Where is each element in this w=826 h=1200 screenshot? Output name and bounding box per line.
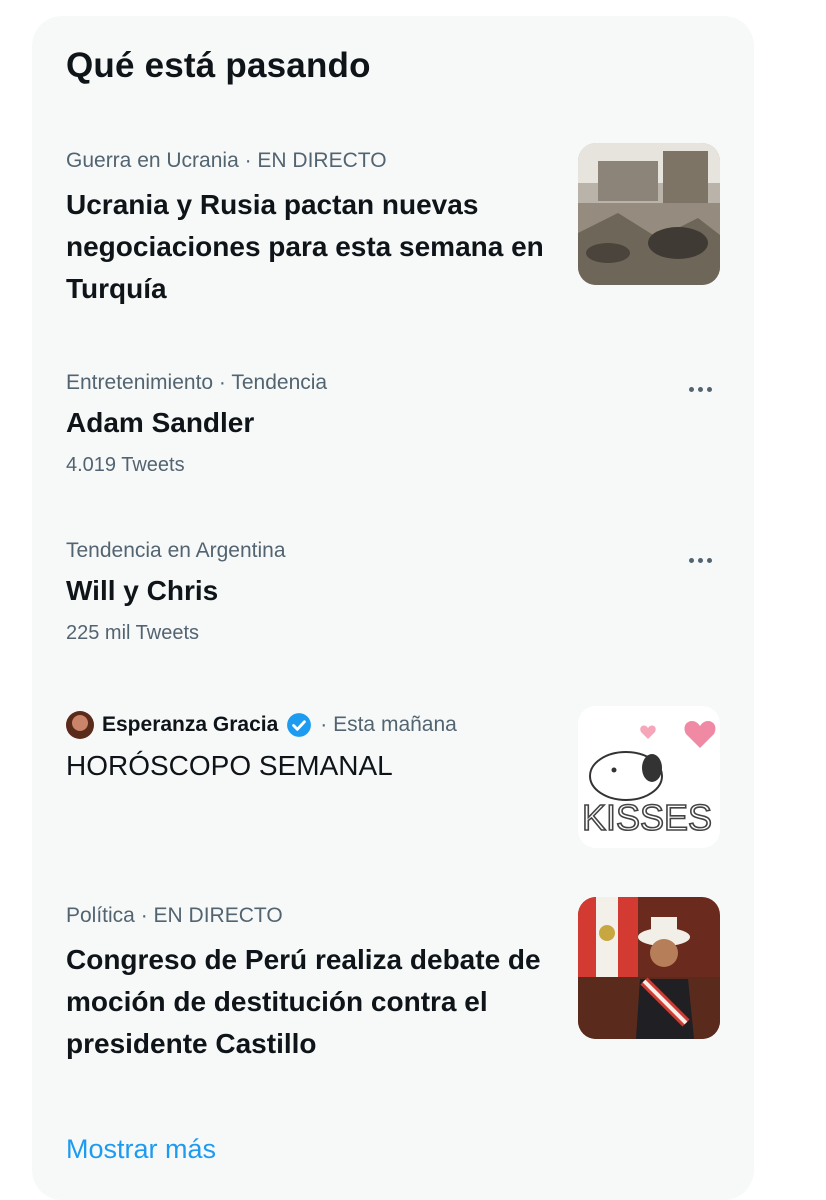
trend-item-will-chris[interactable]: Tendencia en Argentina Will y Chris 225 …	[66, 538, 566, 646]
president-photo-icon	[578, 897, 720, 1039]
thumb-text: KISSES	[582, 797, 712, 838]
trend-thumbnail-horoscope[interactable]: KISSES	[578, 706, 720, 848]
trend-meta: Tendencia en Argentina	[66, 539, 286, 562]
more-horizontal-icon	[688, 386, 712, 392]
trend-item-ukraine[interactable]: Guerra en Ucrania · EN DIRECTO Ucrania y…	[66, 148, 566, 310]
trend-meta: Entretenimiento · Tendencia	[66, 371, 328, 394]
avatar	[66, 711, 94, 739]
trend-title: Ucrania y Rusia pactan nuevas negociacio…	[66, 189, 544, 304]
tweet-author-row: Esperanza Gracia · Esta mañana	[66, 711, 566, 739]
more-horizontal-icon	[688, 557, 712, 563]
ruins-photo-icon	[578, 143, 720, 285]
snoopy-kisses-icon: KISSES	[578, 706, 720, 848]
trend-item-peru[interactable]: Política · EN DIRECTO Congreso de Perú r…	[66, 903, 566, 1065]
trend-meta: Guerra en Ucrania · EN DIRECTO	[66, 149, 387, 172]
trend-title: Adam Sandler	[66, 407, 255, 438]
more-options-button[interactable]	[680, 545, 720, 575]
trend-meta: Política · EN DIRECTO	[66, 904, 283, 927]
tweet-time: · Esta mañana	[320, 713, 457, 736]
author-name: Esperanza Gracia	[102, 713, 279, 736]
verified-badge-icon	[287, 713, 312, 737]
more-options-button[interactable]	[680, 374, 720, 404]
tweet-count: 225 mil Tweets	[66, 622, 200, 644]
trend-item-adam-sandler[interactable]: Entretenimiento · Tendencia Adam Sandler…	[66, 370, 566, 478]
show-more-link[interactable]: Mostrar más	[66, 1134, 216, 1165]
trend-thumbnail-peru[interactable]	[578, 897, 720, 1039]
trend-item-horoscope[interactable]: Esperanza Gracia · Esta mañana HORÓSCOPO…	[66, 711, 566, 787]
tweet-count: 4.019 Tweets	[66, 454, 185, 476]
trend-title: HORÓSCOPO SEMANAL	[66, 750, 393, 781]
trend-thumbnail-ukraine[interactable]	[578, 143, 720, 285]
trend-title: Congreso de Perú realiza debate de moció…	[66, 944, 541, 1059]
panel-title: Qué está pasando	[66, 46, 371, 85]
trend-title: Will y Chris	[66, 575, 219, 606]
